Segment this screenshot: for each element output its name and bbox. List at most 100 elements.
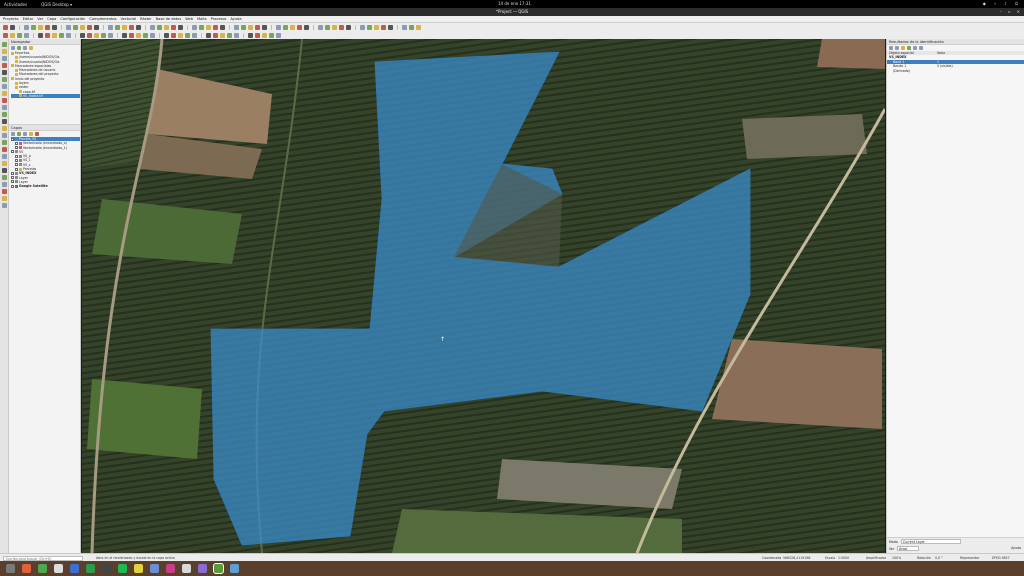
menu-item[interactable]: Ráster (140, 17, 152, 21)
layer-visibility-checkbox[interactable] (11, 176, 14, 180)
terminal-icon[interactable] (102, 564, 111, 573)
toolbar-tool-icon[interactable] (192, 24, 197, 30)
toolbar-tool-icon[interactable] (150, 32, 155, 38)
add-layer-icon[interactable] (1, 63, 7, 68)
toolbar-tool-icon[interactable] (367, 24, 372, 30)
add-layer-icon[interactable] (1, 84, 7, 89)
clear-results-icon[interactable] (901, 46, 905, 50)
toolbar-tool-icon[interactable] (381, 24, 386, 30)
toolbar-tool-icon[interactable] (3, 24, 8, 30)
app-icon[interactable] (230, 564, 239, 573)
filter-icon[interactable] (17, 46, 21, 50)
toolbar-tool-icon[interactable] (52, 24, 57, 30)
add-layer-icon[interactable] (1, 203, 7, 208)
toolbar-tool-icon[interactable] (150, 24, 155, 30)
toolbar-tool-icon[interactable] (290, 24, 295, 30)
power-icon[interactable]: ⏻ (1015, 1, 1018, 6)
add-layer-icon[interactable] (1, 56, 7, 61)
menu-item[interactable]: Base de datos (156, 17, 182, 21)
toolbar-tool-icon[interactable] (108, 24, 113, 30)
toolbar-tool-icon[interactable] (409, 24, 414, 30)
toolbar-tool-icon[interactable] (248, 24, 253, 30)
telegram-icon[interactable] (150, 564, 159, 573)
toolbar-tool-icon[interactable] (164, 32, 169, 38)
scale-select[interactable]: 1:5000 (838, 556, 849, 560)
add-layer-icon[interactable] (1, 91, 7, 96)
view-select[interactable]: Árbol (897, 546, 919, 551)
menu-item[interactable]: Capa (47, 17, 56, 21)
add-layer-icon[interactable] (1, 140, 7, 145)
column-header-value[interactable]: Valor (937, 51, 945, 55)
menu-item[interactable]: Configuración (60, 17, 85, 21)
toolbar-tool-icon[interactable] (73, 24, 78, 30)
toolbar-tool-icon[interactable] (213, 24, 218, 30)
chrome-icon[interactable] (38, 564, 47, 573)
toolbar-tool-icon[interactable] (234, 32, 239, 38)
collapse-icon[interactable] (895, 46, 899, 50)
add-layer-icon[interactable] (1, 147, 7, 152)
system-tray[interactable]: ◆ ⌁ ♪ ⏻ (983, 1, 1018, 6)
show-apps-icon[interactable] (6, 564, 15, 573)
add-layer-icon[interactable] (1, 154, 7, 159)
activities-button[interactable]: Actividades (4, 2, 27, 7)
add-layer-icon[interactable] (1, 49, 7, 54)
toolbar-tool-icon[interactable] (24, 32, 29, 38)
add-layer-icon[interactable] (1, 98, 7, 103)
toolbar-tool-icon[interactable] (199, 24, 204, 30)
toolbar-tool-icon[interactable] (45, 32, 50, 38)
toolbar-tool-icon[interactable] (164, 24, 169, 30)
toolbar-tool-icon[interactable] (339, 24, 344, 30)
toolbar-tool-icon[interactable] (248, 32, 253, 38)
volume-icon[interactable]: ♪ (1004, 1, 1007, 6)
toolbar-tool-icon[interactable] (402, 24, 407, 30)
layer-visibility-checkbox[interactable] (11, 137, 14, 141)
toolbar-tool-icon[interactable] (374, 24, 379, 30)
layer-visibility-checkbox[interactable] (11, 184, 14, 188)
toolbar-tool-icon[interactable] (94, 24, 99, 30)
toolbar-tool-icon[interactable] (318, 24, 323, 30)
toolbar-tool-icon[interactable] (276, 32, 281, 38)
toolbar-tool-icon[interactable] (94, 32, 99, 38)
toolbar-tool-icon[interactable] (255, 24, 260, 30)
layer-visibility-checkbox[interactable] (11, 150, 14, 154)
toolbar-tool-icon[interactable] (38, 24, 43, 30)
layer-visibility-checkbox[interactable] (15, 167, 18, 171)
toolbar-tool-icon[interactable] (213, 32, 218, 38)
calc-icon[interactable] (86, 564, 95, 573)
toolbar-tool-icon[interactable] (262, 32, 267, 38)
qgis-dock-icon[interactable] (213, 563, 224, 574)
toolbar-tool-icon[interactable] (52, 32, 57, 38)
menu-item[interactable]: Web (185, 17, 193, 21)
toolbar-tool-icon[interactable] (192, 32, 197, 38)
help-button[interactable]: Ayuda (1011, 546, 1021, 550)
toolbar-tool-icon[interactable] (416, 24, 421, 30)
satellite-imagery[interactable]: ↑ (82, 39, 885, 553)
toolbar-tool-icon[interactable] (325, 24, 330, 30)
media-icon[interactable] (166, 564, 175, 573)
toolbar-tool-icon[interactable] (66, 32, 71, 38)
settings-icon[interactable] (919, 46, 923, 50)
files-icon[interactable] (54, 564, 63, 573)
toolbar-tool-icon[interactable] (360, 24, 365, 30)
clock[interactable]: 14 de ene 17:31 (498, 1, 531, 6)
add-layer-icon[interactable] (1, 175, 7, 180)
toolbar-tool-icon[interactable] (17, 32, 22, 38)
toolbar-tool-icon[interactable] (206, 32, 211, 38)
style-icon[interactable] (11, 132, 15, 136)
toolbar-tool-icon[interactable] (255, 32, 260, 38)
toolbar-tool-icon[interactable] (388, 24, 393, 30)
toolbar-tool-icon[interactable] (122, 32, 127, 38)
toolbar-tool-icon[interactable] (80, 32, 85, 38)
writer-icon[interactable] (70, 564, 79, 573)
toolbar-tool-icon[interactable] (59, 32, 64, 38)
minimize-icon[interactable]: – (1000, 9, 1002, 14)
toolbar-tool-icon[interactable] (220, 24, 225, 30)
menu-item[interactable]: Procesos (211, 17, 227, 21)
toolbar-tool-icon[interactable] (10, 24, 15, 30)
layer-visibility-checkbox[interactable] (15, 141, 18, 145)
maximize-icon[interactable]: ▫ (1008, 9, 1011, 14)
menu-item[interactable]: Malla (197, 17, 207, 21)
toolbar-tool-icon[interactable] (262, 24, 267, 30)
toolbar-tool-icon[interactable] (206, 24, 211, 30)
layer-visibility-checkbox[interactable] (15, 163, 18, 167)
